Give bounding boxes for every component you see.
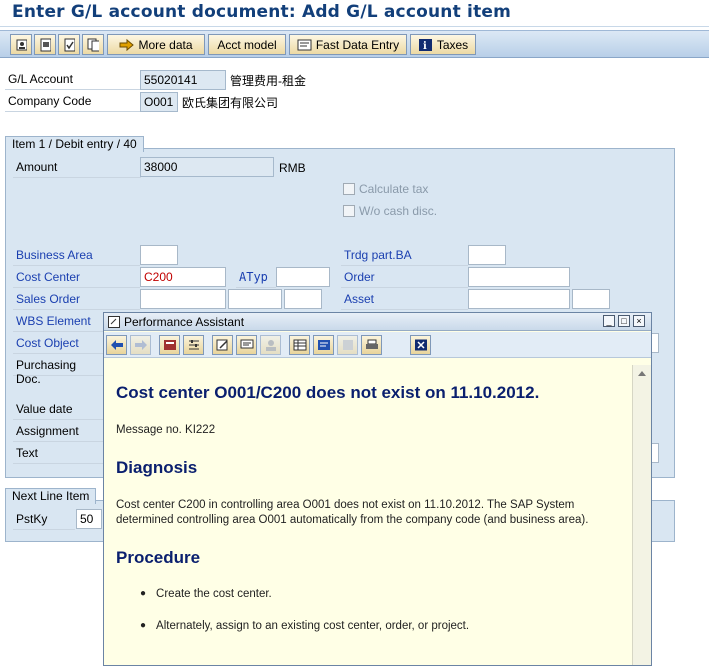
popup-toolbar bbox=[104, 332, 651, 358]
application-toolbar: More data Acct model Fast Data Entry i T… bbox=[0, 30, 709, 58]
settings-icon[interactable] bbox=[183, 335, 204, 355]
wo-cash-disc-label: W/o cash disc. bbox=[359, 204, 438, 218]
sales-order-label: Sales Order bbox=[13, 290, 140, 310]
gl-account-field[interactable]: 55020141 bbox=[140, 70, 226, 90]
business-area-field[interactable] bbox=[140, 245, 178, 265]
gl-account-label: G/L Account bbox=[5, 70, 140, 90]
trdg-part-ba-field[interactable] bbox=[468, 245, 506, 265]
trdg-part-ba-label: Trdg part.BA bbox=[341, 246, 468, 266]
company-code-description: 欧氏集团有限公司 bbox=[182, 96, 279, 110]
bullet-icon: ● bbox=[140, 588, 147, 599]
change-icon[interactable] bbox=[10, 34, 32, 55]
list-item: ● Alternately, assign to an existing cost… bbox=[116, 620, 620, 632]
scroll-up-icon[interactable] bbox=[633, 367, 651, 381]
order-field[interactable] bbox=[468, 267, 570, 287]
calculate-tax-box bbox=[343, 183, 355, 195]
procedure-step: Alternately, assign to an existing cost … bbox=[156, 620, 470, 632]
message-number: Message no. KI222 bbox=[116, 424, 216, 436]
close-icon[interactable]: × bbox=[633, 315, 645, 327]
wo-cash-disc-checkbox[interactable]: W/o cash disc. bbox=[343, 204, 437, 218]
value-date-label: Value date bbox=[13, 400, 103, 420]
diagnosis-heading: Diagnosis bbox=[116, 458, 198, 477]
window-icon bbox=[108, 315, 120, 328]
order-label: Order bbox=[341, 268, 468, 288]
wbs-element-label: WBS Element bbox=[13, 312, 103, 332]
bullet-icon: ● bbox=[140, 620, 147, 631]
edit-icon[interactable] bbox=[212, 335, 233, 355]
maximize-icon[interactable]: □ bbox=[618, 315, 630, 327]
print-icon[interactable] bbox=[361, 335, 382, 355]
popup-title-bar[interactable]: Performance Assistant _ □ × bbox=[104, 313, 651, 331]
popup-title: Performance Assistant bbox=[124, 314, 245, 329]
copy-icon[interactable] bbox=[82, 34, 104, 55]
message-heading: Cost center O001/C200 does not exist on … bbox=[116, 383, 540, 402]
purchasing-doc-label: Purchasing Doc. bbox=[13, 356, 103, 386]
procedure-step: Create the cost center. bbox=[156, 588, 272, 600]
document-icon[interactable] bbox=[313, 335, 334, 355]
next-line-item-tab: Next Line Item bbox=[5, 488, 97, 504]
hold-document-icon[interactable] bbox=[34, 34, 56, 55]
performance-assistant-window: Performance Assistant _ □ × Cost center … bbox=[103, 312, 652, 666]
procedure-heading: Procedure bbox=[116, 548, 201, 567]
currency-label: RMB bbox=[279, 161, 306, 175]
person-icon[interactable] bbox=[260, 335, 281, 355]
minimize-icon[interactable]: _ bbox=[603, 315, 615, 327]
technical-info-icon[interactable] bbox=[159, 335, 180, 355]
popup-content: Cost center O001/C200 does not exist on … bbox=[104, 365, 632, 665]
info-icon: i bbox=[418, 38, 432, 52]
asset-label: Asset bbox=[341, 290, 468, 310]
back-icon[interactable] bbox=[106, 335, 127, 355]
asset-subnumber-field[interactable] bbox=[572, 289, 610, 309]
sales-order-item-field[interactable] bbox=[228, 289, 282, 309]
calculate-tax-checkbox[interactable]: Calculate tax bbox=[343, 182, 428, 196]
taxes-button[interactable]: i Taxes bbox=[410, 34, 476, 55]
fast-data-entry-button[interactable]: Fast Data Entry bbox=[289, 34, 407, 55]
calculate-tax-label: Calculate tax bbox=[359, 182, 429, 196]
cost-object-label: Cost Object bbox=[13, 334, 103, 354]
asset-field[interactable] bbox=[468, 289, 570, 309]
gl-account-description: 管理费用-租金 bbox=[230, 74, 306, 88]
form-icon bbox=[297, 39, 312, 50]
amount-label: Amount bbox=[13, 158, 141, 178]
diagnosis-text: Cost center C200 in controlling area O00… bbox=[116, 499, 589, 526]
text-label: Text bbox=[13, 444, 103, 464]
business-area-label: Business Area bbox=[13, 246, 140, 266]
cost-center-label: Cost Center bbox=[13, 268, 140, 288]
assignment-label: Assignment bbox=[13, 422, 103, 442]
sales-order-field[interactable] bbox=[140, 289, 226, 309]
title-divider bbox=[0, 26, 709, 27]
annotation-icon[interactable] bbox=[236, 335, 257, 355]
acct-model-label: Acct model bbox=[217, 37, 277, 52]
vertical-scrollbar[interactable] bbox=[632, 365, 651, 665]
simulate-icon[interactable] bbox=[58, 34, 80, 55]
table-icon[interactable] bbox=[289, 335, 310, 355]
company-code-label: Company Code bbox=[5, 92, 140, 112]
arrow-right-icon bbox=[119, 38, 135, 51]
sales-order-schedule-field[interactable] bbox=[284, 289, 322, 309]
more-data-label: More data bbox=[138, 37, 193, 52]
taxes-label: Taxes bbox=[436, 37, 469, 52]
atyp-label: ATyp bbox=[236, 268, 276, 288]
page-title: Enter G/L account document: Add G/L acco… bbox=[12, 2, 512, 22]
print-preview-icon[interactable] bbox=[337, 335, 358, 355]
close-window-icon[interactable] bbox=[410, 335, 431, 355]
amount-field[interactable]: 38000 bbox=[140, 157, 274, 177]
list-item: ● Create the cost center. bbox=[116, 588, 620, 600]
svg-text:i: i bbox=[423, 41, 427, 52]
company-code-field[interactable]: O001 bbox=[140, 92, 178, 112]
pstky-label: PstKy bbox=[13, 510, 75, 530]
forward-icon[interactable] bbox=[130, 335, 151, 355]
acct-model-button[interactable]: Acct model bbox=[208, 34, 286, 55]
pstky-field[interactable]: 50 bbox=[76, 509, 102, 529]
atyp-field[interactable] bbox=[276, 267, 330, 287]
item-panel-tab: Item 1 / Debit entry / 40 bbox=[5, 136, 144, 152]
more-data-button[interactable]: More data bbox=[107, 34, 205, 55]
wo-cash-disc-box bbox=[343, 205, 355, 217]
fast-data-entry-label: Fast Data Entry bbox=[315, 37, 400, 52]
cost-center-field[interactable]: C200 bbox=[140, 267, 226, 287]
